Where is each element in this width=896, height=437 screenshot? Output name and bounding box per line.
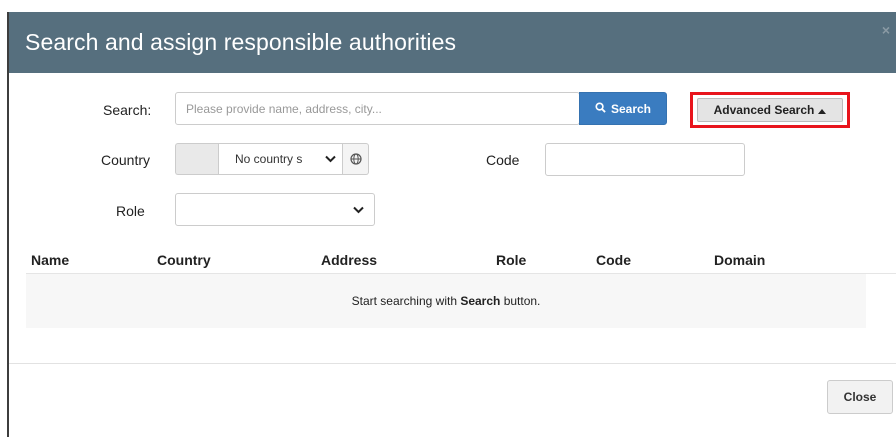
role-select[interactable] [175, 193, 375, 226]
column-header-name[interactable]: Name [31, 252, 69, 268]
assign-authorities-dialog: Search and assign responsible authoritie… [9, 12, 896, 437]
chevron-down-icon [353, 203, 364, 217]
empty-message-bold: Search [460, 294, 501, 308]
footer-divider [9, 363, 896, 364]
dialog-title: Search and assign responsible authoritie… [25, 29, 457, 55]
country-label: Country [101, 152, 151, 168]
table-empty-message: Start searching with Search button. [26, 274, 866, 328]
code-field[interactable] [545, 143, 745, 176]
empty-message-suffix: button. [500, 294, 541, 308]
caret-up-icon [818, 103, 827, 117]
search-input[interactable] [175, 92, 580, 125]
dialog-header: Search and assign responsible authoritie… [9, 12, 896, 73]
role-label: Role [116, 203, 145, 219]
search-button[interactable]: Search [579, 92, 667, 125]
country-selector: No country s [175, 143, 369, 175]
close-button[interactable]: Close [827, 380, 893, 414]
advanced-search-highlight: Advanced Search [690, 92, 850, 128]
page-background [0, 0, 896, 12]
chevron-down-icon [325, 152, 336, 166]
empty-message-prefix: Start searching with [351, 294, 461, 308]
search-icon [595, 102, 606, 115]
search-button-label: Search [610, 101, 652, 116]
column-header-domain[interactable]: Domain [714, 252, 765, 268]
country-flag-box [175, 143, 218, 175]
country-select[interactable]: No country s [218, 143, 343, 175]
column-header-code[interactable]: Code [596, 252, 631, 268]
column-header-country[interactable]: Country [157, 252, 211, 268]
column-header-address[interactable]: Address [321, 252, 377, 268]
advanced-search-label: Advanced Search [713, 103, 815, 117]
close-icon[interactable]: × [882, 22, 890, 38]
left-window-edge [0, 12, 9, 437]
column-header-role[interactable]: Role [496, 252, 526, 268]
country-select-value: No country s [235, 152, 303, 166]
globe-icon[interactable] [343, 143, 369, 175]
code-label: Code [486, 152, 520, 168]
search-label: Search: [103, 102, 152, 118]
advanced-search-button[interactable]: Advanced Search [697, 98, 843, 122]
